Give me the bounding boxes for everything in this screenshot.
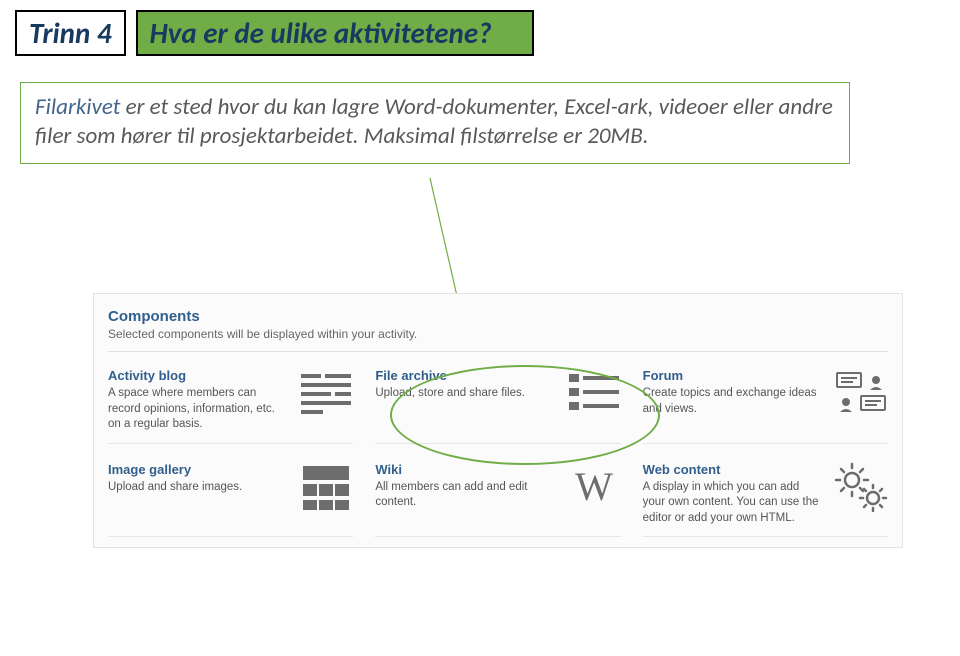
component-file-archive[interactable]: File archive Upload, store and share fil… xyxy=(375,368,620,444)
callout-body: er et sted hvor du kan lagre Word-dokume… xyxy=(35,93,833,150)
step-badge: Trinn 4 xyxy=(15,10,126,56)
components-panel: Components Selected components will be d… xyxy=(93,293,903,548)
gallery-icon xyxy=(299,462,353,512)
panel-subtitle: Selected components will be displayed wi… xyxy=(108,327,888,341)
callout-box: Filarkivet er et sted hvor du kan lagre … xyxy=(20,82,850,164)
wiki-icon: W xyxy=(567,462,621,512)
panel-title: Components xyxy=(108,308,888,325)
forum-icon xyxy=(834,368,888,418)
text-lines-icon xyxy=(299,368,353,418)
card-desc: All members can add and edit content. xyxy=(375,480,556,511)
svg-text:W: W xyxy=(575,464,613,509)
card-title: File archive xyxy=(375,368,556,383)
list-lines-icon xyxy=(567,368,621,418)
component-wiki[interactable]: Wiki All members can add and edit conten… xyxy=(375,462,620,538)
card-desc: Upload, store and share files. xyxy=(375,386,556,402)
separator xyxy=(108,351,888,352)
card-title: Web content xyxy=(643,462,824,477)
question-banner: Hva er de ulike aktivitetene? xyxy=(136,10,534,56)
card-title: Forum xyxy=(643,368,824,383)
card-title: Image gallery xyxy=(108,462,289,477)
gears-icon xyxy=(834,462,888,512)
card-desc: A space where members can record opinion… xyxy=(108,386,289,433)
callout-lead: Filarkivet xyxy=(35,93,120,121)
card-desc: Create topics and exchange ideas and vie… xyxy=(643,386,824,417)
component-forum[interactable]: Forum Create topics and exchange ideas a… xyxy=(643,368,888,444)
component-activity-blog[interactable]: Activity blog A space where members can … xyxy=(108,368,353,444)
component-image-gallery[interactable]: Image gallery Upload and share images. xyxy=(108,462,353,538)
card-desc: Upload and share images. xyxy=(108,480,289,496)
components-grid: Activity blog A space where members can … xyxy=(108,368,888,537)
card-title: Activity blog xyxy=(108,368,289,383)
component-web-content[interactable]: Web content A display in which you can a… xyxy=(643,462,888,538)
card-title: Wiki xyxy=(375,462,556,477)
card-desc: A display in which you can add your own … xyxy=(643,480,824,527)
